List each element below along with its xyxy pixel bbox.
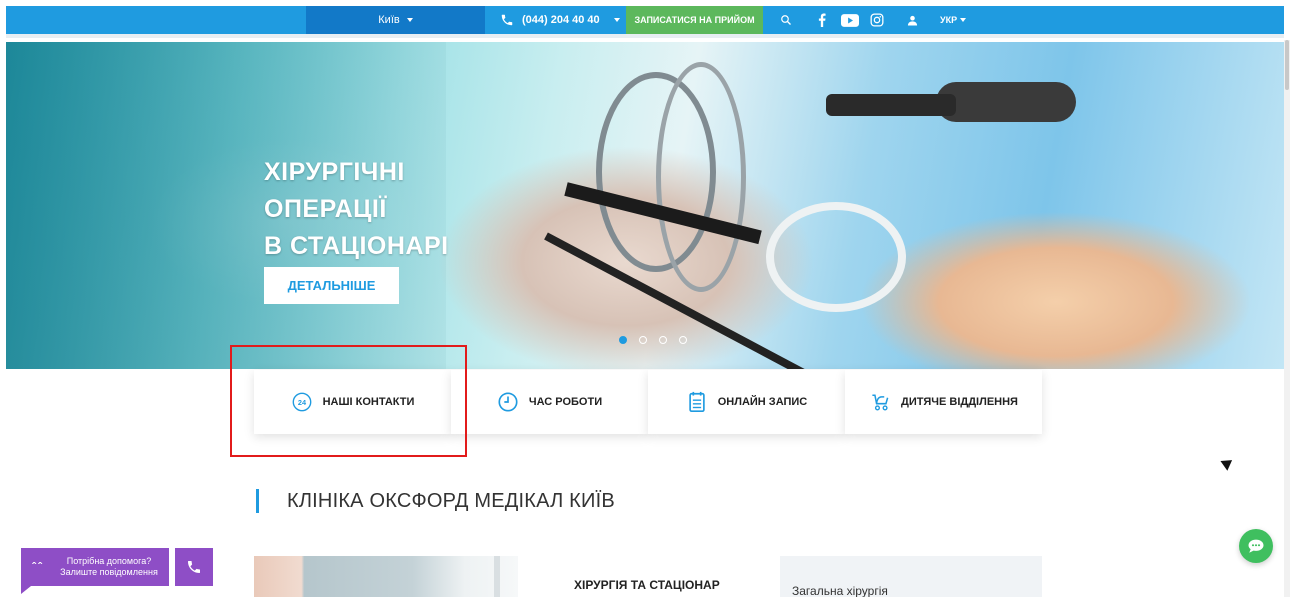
hero-decor <box>656 62 746 292</box>
section-title-text: КЛІНІКА ОКСФОРД МЕДІКАЛ КИЇВ <box>287 489 615 512</box>
hero-decor <box>826 94 956 116</box>
hero-decor <box>936 82 1076 122</box>
hero-title-line: ОПЕРАЦІЇ <box>264 195 387 223</box>
language-label: УКР <box>940 15 958 25</box>
department-menu: Загальна хірургія <box>780 556 1042 597</box>
city-selector[interactable]: Київ <box>306 6 485 34</box>
chevron-down-icon <box>960 18 967 22</box>
image-decor <box>494 556 500 597</box>
top-bar: Київ (044) 204 40 40 ЗАПИСАТИСЯ НА ПРИЙО… <box>6 6 1284 34</box>
book-appointment-button[interactable]: ЗАПИСАТИСЯ НА ПРИЙОМ <box>626 6 763 34</box>
chat-icon <box>1248 539 1264 553</box>
help-widget-tail <box>21 586 31 594</box>
help-chat-widget[interactable]: ˆˆ Потрібна допомога? Залиште повідомлен… <box>21 548 169 586</box>
details-button[interactable]: ДЕТАЛЬНІШЕ <box>264 267 399 304</box>
city-label: Київ <box>378 14 400 26</box>
chevron-down-icon <box>406 18 413 22</box>
hero-slider: ХІРУРГІЧНІ ОПЕРАЦІЇ В СТАЦІОНАРІ ДЕТАЛЬН… <box>6 42 1284 369</box>
calendar-icon <box>686 391 708 413</box>
page-scrollbar[interactable] <box>1284 40 1290 597</box>
phone-icon <box>501 14 513 26</box>
scrollbar-thumb[interactable] <box>1285 40 1289 90</box>
help-line: Потрібна допомога? <box>66 556 152 566</box>
slider-dots <box>619 336 687 344</box>
language-selector[interactable]: УКР <box>940 6 967 34</box>
chevron-up-icon: ˆˆ <box>32 559 44 574</box>
phone-number: (044) 204 40 40 <box>522 14 600 26</box>
slider-dot[interactable] <box>659 336 667 344</box>
card-online-booking[interactable]: ОНЛАЙН ЗАПИС <box>648 370 845 434</box>
hero-title-line: В СТАЦІОНАРІ <box>264 232 449 260</box>
chevron-down-icon <box>613 18 620 22</box>
card-label: ЧАС РОБОТИ <box>528 396 603 408</box>
topbar-divider <box>6 34 1284 38</box>
stroller-icon <box>869 391 891 413</box>
department-menu-item[interactable]: Загальна хірургія <box>792 584 888 597</box>
card-children-department[interactable]: ДИТЯЧЕ ВІДДІЛЕННЯ <box>845 370 1042 434</box>
slider-dot[interactable] <box>679 336 687 344</box>
section-title: КЛІНІКА ОКСФОРД МЕДІКАЛ КИЇВ <box>256 489 615 513</box>
help-line: Залиште повідомлення <box>60 567 158 577</box>
hero-decor <box>766 202 906 312</box>
department-image[interactable] <box>254 556 518 597</box>
clock-icon <box>497 391 519 413</box>
department-title[interactable]: ХІРУРГІЯ ТА СТАЦІОНАР <box>574 578 720 592</box>
phone-selector[interactable]: (044) 204 40 40 <box>500 6 620 34</box>
instagram-icon[interactable] <box>868 6 886 34</box>
search-icon[interactable] <box>776 6 796 34</box>
user-icon[interactable] <box>904 6 920 34</box>
hero-title-line: ХІРУРГІЧНІ <box>264 158 405 186</box>
card-hours[interactable]: ЧАС РОБОТИ <box>451 370 648 434</box>
mouse-cursor <box>1220 455 1236 471</box>
call-button[interactable] <box>175 548 213 586</box>
card-label: ДИТЯЧЕ ВІДДІЛЕННЯ <box>901 396 1018 408</box>
page: Київ (044) 204 40 40 ЗАПИСАТИСЯ НА ПРИЙО… <box>0 0 1290 597</box>
section-title-accent <box>256 489 259 513</box>
phone-icon <box>188 561 200 573</box>
highlight-box <box>230 345 467 457</box>
hero-title: ХІРУРГІЧНІ ОПЕРАЦІЇ В СТАЦІОНАРІ <box>264 154 449 265</box>
facebook-icon[interactable] <box>814 6 830 34</box>
slider-dot[interactable] <box>639 336 647 344</box>
help-text: Потрібна допомога? Залиште повідомлення <box>55 556 169 578</box>
card-label: ОНЛАЙН ЗАПИС <box>717 396 808 408</box>
chat-button[interactable] <box>1239 529 1273 563</box>
youtube-icon[interactable] <box>839 6 861 34</box>
slider-dot[interactable] <box>619 336 627 344</box>
